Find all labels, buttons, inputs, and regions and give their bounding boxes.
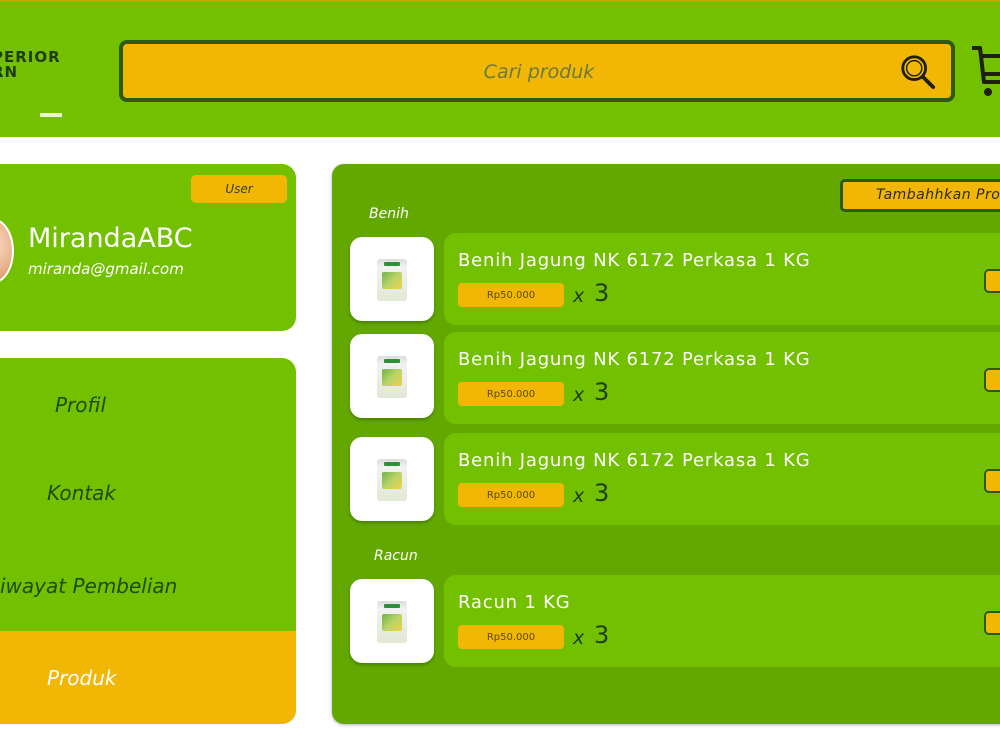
menu-item-riwayat-pembelian[interactable]: iwayat Pembelian [0,551,296,621]
menu-item-label: Produk [47,665,117,690]
quantity-multiplier: x [573,627,585,649]
quantity-multiplier: x [573,485,585,507]
menu-item-profil[interactable]: Profil [0,370,296,440]
row-action-button[interactable] [984,469,1000,493]
user-role-badge: User [191,175,287,203]
section-label-benih: Benih [369,206,409,222]
quantity-multiplier: x [573,384,585,406]
product-quantity: 3 [594,279,610,307]
product-price: Rp50.000 [458,283,564,307]
product-row[interactable]: Benih Jagung NK 6172 Perkasa 1 KG Rp50.0… [444,433,1000,525]
search-icon[interactable] [899,53,937,91]
row-action-button[interactable] [984,368,1000,392]
side-menu: Profil Kontak iwayat Pembelian Produk [0,358,296,724]
product-name: Benih Jagung NK 6172 Perkasa 1 KG [458,250,811,271]
menu-item-label: Kontak [47,481,116,505]
product-price: Rp50.000 [458,382,564,406]
product-name: Benih Jagung NK 6172 Perkasa 1 KG [458,349,811,370]
product-quantity: 3 [594,378,610,406]
avatar[interactable] [0,218,14,284]
product-row[interactable]: Benih Jagung NK 6172 Perkasa 1 KG Rp50.0… [444,332,1000,424]
product-row[interactable]: Benih Jagung NK 6172 Perkasa 1 KG Rp50.0… [444,233,1000,325]
product-price: Rp50.000 [458,625,564,649]
search-input[interactable] [123,44,955,100]
product-thumbnail[interactable] [350,437,434,521]
add-product-button[interactable]: Tambahhkan Pro [840,179,1000,212]
row-action-button[interactable] [984,611,1000,635]
menu-item-produk[interactable]: Produk [0,631,296,724]
logo-tagline [40,113,62,117]
menu-item-label: Profil [55,393,106,417]
top-header: PERIOR RN [0,0,1000,137]
profile-card: User MirandaABC miranda@gmail.com [0,164,296,331]
product-thumbnail[interactable] [350,237,434,321]
quantity-multiplier: x [573,285,585,307]
product-thumbnail[interactable] [350,334,434,418]
product-panel: Tambahhkan Pro Benih Benih Jagung NK 617… [332,164,1000,724]
search-bar[interactable] [119,40,955,102]
menu-item-label: iwayat Pembelian [0,574,178,598]
menu-item-kontak[interactable]: Kontak [0,458,296,528]
product-image [377,259,407,301]
product-row[interactable]: Racun 1 KG Rp50.000 x 3 [444,575,1000,667]
product-quantity: 3 [594,479,610,507]
product-name: Benih Jagung NK 6172 Perkasa 1 KG [458,450,811,471]
cart-icon[interactable] [970,42,1000,100]
product-image [377,356,407,398]
profile-username: MirandaABC [28,223,193,254]
section-label-racun: Racun [374,548,418,564]
row-action-button[interactable] [984,269,1000,293]
product-price: Rp50.000 [458,483,564,507]
product-name: Racun 1 KG [458,592,571,613]
product-image [377,601,407,643]
logo-line-2: RN [0,63,19,81]
profile-email: miranda@gmail.com [28,260,184,278]
product-quantity: 3 [594,621,610,649]
product-thumbnail[interactable] [350,579,434,663]
product-image [377,459,407,501]
logo[interactable]: PERIOR RN [0,50,82,80]
